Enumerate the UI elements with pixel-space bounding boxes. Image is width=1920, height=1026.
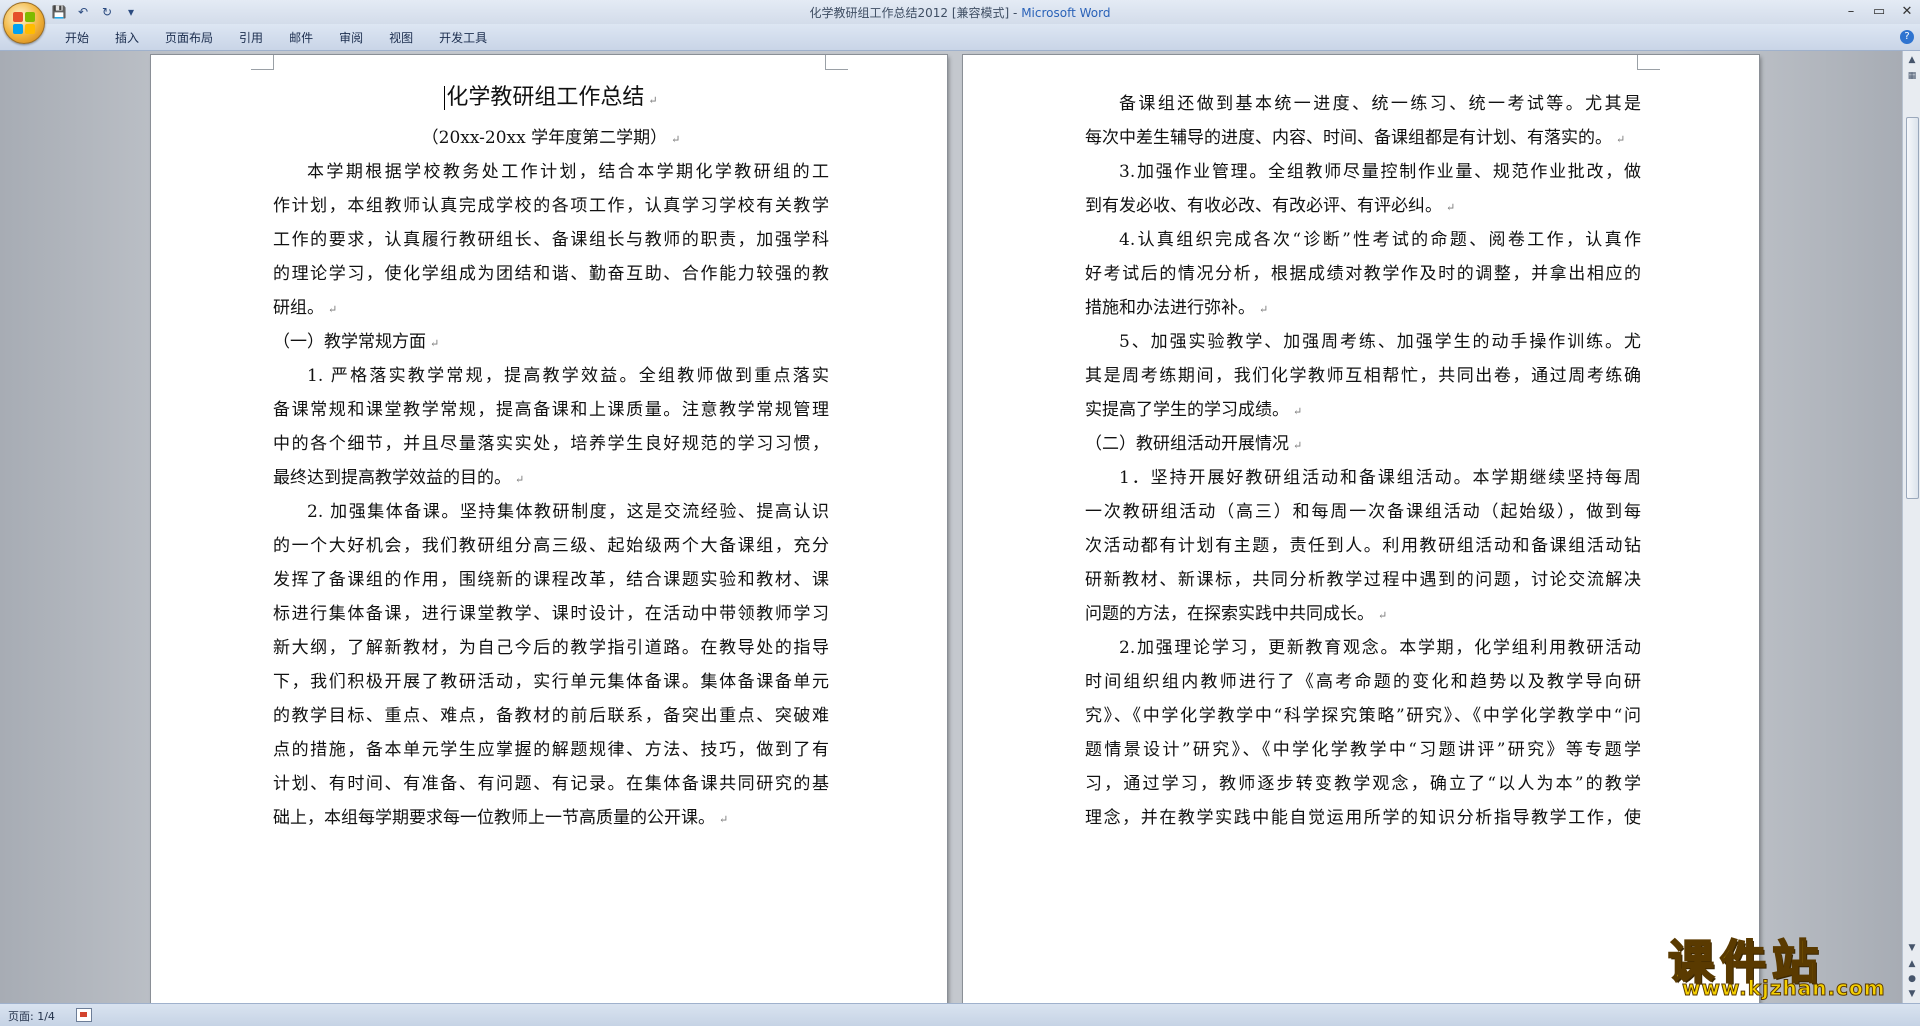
line-text: 备课常规和课堂教学常规，提高备课和上课质量。注意教学常规管理 [273,400,829,420]
line-text: 中的各个细节，并且尽量落实实处，培养学生良好规范的学习习惯， [273,434,829,454]
line-text: 点的措施，备本单元学生应掌握的解题规律、方法、技巧，做到了有 [273,740,829,760]
title-separator: - [1009,6,1022,20]
document-page-1[interactable]: 化学教研组工作总结 ↵ （20xx-20xx 学年度第二学期） ↵ 本学期根据学校教… [151,55,947,1003]
paragraph-mark: ↵ [1446,201,1456,214]
window-title: 化学教研组工作总结2012 [兼容模式] - Microsoft Word [0,4,1920,21]
tab-review[interactable]: 审阅 [326,30,376,46]
window-controls: – ▭ ✕ [1842,2,1916,20]
language-icon[interactable] [76,1008,92,1022]
line-text: 新大纲，了解新教材，为自己今后的教学指引道路。在教导处的指导 [273,638,829,658]
paragraph-mark: ↵ [671,133,681,146]
paragraph-mark: ↵ [1293,405,1303,418]
line-text: 实提高了学生的学习成绩。 [1085,400,1289,420]
ribbon-tabs: 开始 插入 页面布局 引用 邮件 审阅 视图 开发工具 [52,30,500,46]
body-text-line: 础上，本组每学期要求每一位教师上一节高质量的公开课。 ↵ [273,797,829,839]
line-text: 2.加强理论学习，更新教育观念。本学期，化学组利用教研活动 [1119,638,1641,658]
document-page-2[interactable]: 备课组还做到基本统一进度、统一练习、统一考试等。尤其是每次中差生辅导的进度、内容… [963,55,1759,1003]
document-heading: 化学教研组工作总结 [446,85,645,110]
tab-references[interactable]: 引用 [226,30,276,46]
line-text: 1．坚持开展好教研组活动和备课组活动。本学期继续坚持每周 [1119,468,1641,488]
watermark-url: www.kjzhan.com [1682,976,1886,1001]
maximize-icon[interactable]: ▭ [1870,2,1888,20]
title-bar: 💾 ↶ ↻ ▾ 化学教研组工作总结2012 [兼容模式] - Microsoft… [0,0,1920,24]
document-title: 化学教研组工作总结2012 [兼容模式] [809,6,1010,20]
ruler-toggle-icon[interactable]: ▦ [1905,69,1919,83]
tab-view[interactable]: 视图 [376,30,426,46]
line-text: 备课组还做到基本统一进度、统一练习、统一考试等。尤其是 [1119,94,1641,114]
minimize-icon[interactable]: – [1842,2,1860,20]
line-text: 作计划，本组教师认真完成学校的各项工作，认真学习学校有关教学 [273,196,829,216]
line-text: 一次教研组活动（高三）和每周一次备课组活动（起始级），做到每 [1085,502,1641,522]
line-text: 次活动都有计划有主题，责任到人。利用教研组活动和备课组活动钻 [1085,536,1641,556]
scroll-up-icon[interactable]: ▲ [1905,53,1919,67]
scroll-thumb[interactable] [1906,117,1919,499]
line-text: 下，我们积极开展了教研活动，实行单元集体备课。集体备课备单元 [273,672,829,692]
crop-mark [251,55,274,70]
body-text-line: 理念，并在教学实践中能自觉运用所学的知识分析指导教学工作，使 [1085,797,1641,839]
line-text: 计划、有时间、有准备、有问题、有记录。在集体备课共同研究的基 [273,774,829,794]
tab-mailings[interactable]: 邮件 [276,30,326,46]
document-subtitle: （20xx-20xx 学年度第二学期） [421,128,668,148]
paragraph-mark: ↵ [719,813,729,826]
paragraph-mark: ↵ [1293,439,1303,452]
tab-page-layout[interactable]: 页面布局 [152,30,226,46]
close-icon[interactable]: ✕ [1898,2,1916,20]
paragraph-mark: ↵ [430,337,440,350]
line-text: 理念，并在教学实践中能自觉运用所学的知识分析指导教学工作，使 [1085,808,1641,828]
tab-home[interactable]: 开始 [52,30,102,46]
line-text: 习，通过学习，教师逐步转变教学观念，确立了“以人为本”的教学 [1085,774,1641,794]
office-button[interactable] [3,2,45,44]
line-text: 础上，本组每学期要求每一位教师上一节高质量的公开课。 [273,808,715,828]
status-bar: 页面: 1/4 [0,1003,1920,1026]
line-text: 4.认真组织完成各次“诊断”性考试的命题、阅卷工作，认真作 [1119,230,1641,250]
line-text: 的一个大好机会，我们教研组分高三级、起始级两个大备课组，充分 [273,536,829,556]
line-text: 到有发必收、有收必改、有改必评、有评必纠。 [1085,196,1442,216]
crop-mark [1637,55,1660,70]
line-text: 的教学目标、重点、难点，备教材的前后联系，备突出重点、突破难 [273,706,829,726]
line-text: 题情景设计”研究》、《中学化学教学中“习题讲评”研究》等专题学 [1085,740,1641,760]
line-text: 研组。 [273,298,324,318]
paragraph-mark: ↵ [328,303,338,316]
app-name: Microsoft Word [1021,6,1111,20]
line-text: 问题的方法，在探索实践中共同成长。 [1085,604,1374,624]
line-text: 工作的要求，认真履行教研组长、备课组长与教师的职责，加强学科 [273,230,829,250]
paragraph-mark: ↵ [1378,609,1388,622]
document-title-line: 化学教研组工作总结 ↵ [273,77,829,119]
document-workspace[interactable]: 化学教研组工作总结 ↵ （20xx-20xx 学年度第二学期） ↵ 本学期根据学校教… [0,51,1902,1003]
paragraph-mark: ↵ [1259,303,1269,316]
watermark-logo: 课件站 www.kjzhan.com [1667,926,1908,1001]
line-text: 标进行集体备课，进行课堂教学、课时设计，在活动中带领教师学习 [273,604,829,624]
line-text: 2. 加强集体备课。坚持集体教研制度，这是交流经验、提高认识 [307,502,829,522]
line-text: 的理论学习，使化学组成为团结和谐、勤奋互助、合作能力较强的教 [273,264,829,284]
line-text: 最终达到提高教学效益的目的。 [273,468,511,488]
line-text: （二）教研组活动开展情况 [1085,434,1289,454]
paragraph-mark: ↵ [1616,133,1626,146]
ribbon: 开始 插入 页面布局 引用 邮件 审阅 视图 开发工具 ? [0,24,1920,51]
paragraph-mark: ↵ [515,473,525,486]
line-text: 发挥了备课组的作用，围绕新的课程改革，结合课题实验和教材、课 [273,570,829,590]
line-text: 究》、《中学化学教学中“科学探究策略”研究》、《中学化学教学中“问 [1085,706,1641,726]
line-text: 研新教材、新课标，共同分析教学过程中遇到的问题，讨论交流解决 [1085,570,1641,590]
tab-insert[interactable]: 插入 [102,30,152,46]
tab-developer[interactable]: 开发工具 [426,30,500,46]
page-indicator[interactable]: 页面: 1/4 [8,1008,55,1024]
line-text: 每次中差生辅导的进度、内容、时间、备课组都是有计划、有落实的。 [1085,128,1612,148]
line-text: （一）教学常规方面 [273,332,426,352]
office-logo-icon [13,12,35,34]
line-text: 其是周考练期间，我们化学教师互相帮忙，共同出卷，通过周考练确 [1085,366,1641,386]
line-text: 好考试后的情况分析，根据成绩对教学作及时的调整，并拿出相应的 [1085,264,1641,284]
line-text: 3.加强作业管理。全组教师尽量控制作业量、规范作业批改，做 [1119,162,1641,182]
crop-mark [825,55,848,70]
vertical-scrollbar[interactable]: ▲ ▦ ▼ ▲ ● ▼ [1902,51,1920,1003]
line-text: 5、加强实验教学、加强周考练、加强学生的动手操作训练。尤 [1119,332,1641,352]
line-text: 措施和办法进行弥补。 [1085,298,1255,318]
line-text: 1. 严格落实教学常规，提高教学效益。全组教师做到重点落实 [307,366,829,386]
paragraph-mark: ↵ [648,94,658,107]
line-text: 本学期根据学校教务处工作计划，结合本学期化学教研组的工 [307,162,829,182]
help-icon[interactable]: ? [1900,30,1914,44]
line-text: 时间组织组内教师进行了《高考命题的变化和趋势以及教学导向研 [1085,672,1641,692]
